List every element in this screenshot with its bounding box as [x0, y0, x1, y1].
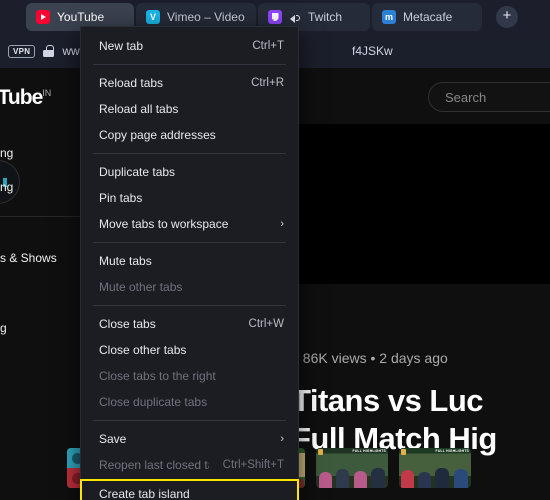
menu-item-label: Duplicate tabs — [99, 165, 176, 179]
vimeo-favicon-icon: V — [146, 10, 160, 24]
sidebar-divider — [0, 216, 84, 217]
lock-icon — [43, 45, 55, 57]
menu-item-new-tab[interactable]: New tab Ctrl+T — [81, 33, 298, 59]
tab-title: Twitch — [308, 10, 343, 24]
menu-separator — [93, 153, 286, 154]
menu-item-move-tabs-to-workspace[interactable]: Move tabs to workspace › — [81, 211, 298, 237]
video-meta: • 86K views • 2 days ago — [294, 350, 448, 366]
menu-separator — [93, 64, 286, 65]
search-input[interactable]: Search — [428, 82, 550, 112]
menu-item-label: Reload tabs — [99, 76, 164, 90]
menu-item-create-tab-island[interactable]: Create tab island — [80, 479, 299, 500]
menu-item-label: Pin tabs — [99, 191, 143, 205]
menu-item-label: Close other tabs — [99, 343, 187, 357]
thumbnail-image — [399, 466, 471, 488]
menu-item-label: Close tabs to the right — [99, 369, 216, 383]
menu-item-label: Reload all tabs — [99, 102, 179, 116]
menu-item-pin-tabs[interactable]: Pin tabs — [81, 185, 298, 211]
browser-window: YouTube V Vimeo – Video Exp Twitch m Met… — [0, 0, 550, 500]
menu-item-save[interactable]: Save › — [81, 426, 298, 452]
menu-item-close-other-tabs[interactable]: Close other tabs — [81, 337, 298, 363]
menu-item-shortcut: Ctrl+W — [248, 318, 284, 330]
menu-item-label: Move tabs to workspace — [99, 217, 229, 231]
menu-separator — [93, 242, 286, 243]
channel-badge-icon — [401, 449, 406, 455]
menu-item-reload-tabs[interactable]: Reload tabs Ctrl+R — [81, 70, 298, 96]
menu-item-label: Mute other tabs — [99, 280, 183, 294]
video-title-line-1: Titans vs Luc — [292, 383, 484, 418]
browser-tab-metacafe[interactable]: m Metacafe — [372, 3, 482, 31]
menu-item-label: Close duplicate tabs — [99, 395, 208, 409]
menu-item-reopen-last-closed-tab: Reopen last closed tab Ctrl+Shift+T — [81, 452, 298, 478]
menu-item-label: Mute tabs — [99, 254, 152, 268]
highlights-thumbnail-4[interactable]: FULL HIGHLIGHTS — [316, 448, 388, 488]
mute-speaker-icon[interactable] — [289, 11, 301, 23]
thumbnail-label: FULL HIGHLIGHTS — [435, 449, 469, 453]
search-placeholder: Search — [445, 89, 487, 105]
menu-separator — [93, 305, 286, 306]
tab-title: YouTube — [57, 10, 105, 24]
sidebar-item-0[interactable]: ng — [0, 146, 13, 160]
tab-context-menu: New tab Ctrl+T Reload tabs Ctrl+R Reload all… — [80, 26, 299, 500]
video-title: Titans vs Luc Full Match Hig — [292, 382, 550, 458]
sidebar-item-1[interactable]: ng — [0, 180, 13, 194]
twitch-favicon-icon — [268, 10, 282, 24]
menu-item-label: Reopen last closed tab — [99, 458, 209, 472]
menu-item-close-tabs-to-the-right: Close tabs to the right — [81, 363, 298, 389]
thumbnail-label: FULL HIGHLIGHTS — [352, 449, 386, 453]
url-text-tail: f4JSKw — [352, 44, 393, 58]
menu-item-label: Save — [99, 432, 127, 446]
menu-item-duplicate-tabs[interactable]: Duplicate tabs — [81, 159, 298, 185]
vpn-badge[interactable]: VPN — [8, 44, 36, 58]
menu-separator — [93, 420, 286, 421]
menu-item-close-duplicate-tabs: Close duplicate tabs — [81, 389, 298, 415]
menu-item-label: Copy page addresses — [99, 128, 216, 142]
highlights-thumbnail-5[interactable]: FULL HIGHLIGHTS — [399, 448, 471, 488]
menu-item-label: New tab — [99, 39, 144, 53]
youtube-logo-text: ouTube — [0, 86, 43, 109]
channel-badge-icon — [318, 449, 323, 455]
youtube-favicon-icon — [36, 10, 50, 24]
tab-title: Vimeo – Video Exp — [167, 10, 246, 24]
menu-item-mute-tabs[interactable]: Mute tabs — [81, 248, 298, 274]
thumbnail-image — [316, 466, 388, 488]
chevron-right-icon: › — [280, 433, 284, 445]
menu-item-reload-all-tabs[interactable]: Reload all tabs — [81, 96, 298, 122]
youtube-logo-region: IN — [42, 88, 52, 98]
menu-item-label: Create tab island — [99, 487, 190, 500]
new-tab-button[interactable]: + — [496, 6, 518, 28]
menu-item-close-tabs[interactable]: Close tabs Ctrl+W — [81, 311, 298, 337]
youtube-sidebar: ng ng s & Shows g — [0, 124, 84, 500]
menu-item-copy-page-addresses[interactable]: Copy page addresses — [81, 122, 298, 148]
menu-item-label: Close tabs — [99, 317, 156, 331]
menu-item-mute-other-tabs: Mute other tabs — [81, 274, 298, 300]
youtube-logo[interactable]: ouTubeIN — [0, 86, 51, 110]
sidebar-item-2[interactable]: s & Shows — [0, 251, 57, 265]
metacafe-favicon-icon: m — [382, 10, 396, 24]
sidebar-item-3[interactable]: g — [0, 321, 7, 335]
menu-item-shortcut: Ctrl+R — [251, 77, 284, 89]
menu-item-shortcut: Ctrl+Shift+T — [222, 459, 284, 471]
menu-item-shortcut: Ctrl+T — [252, 40, 284, 52]
tab-title: Metacafe — [403, 10, 453, 24]
chevron-right-icon: › — [280, 218, 284, 230]
